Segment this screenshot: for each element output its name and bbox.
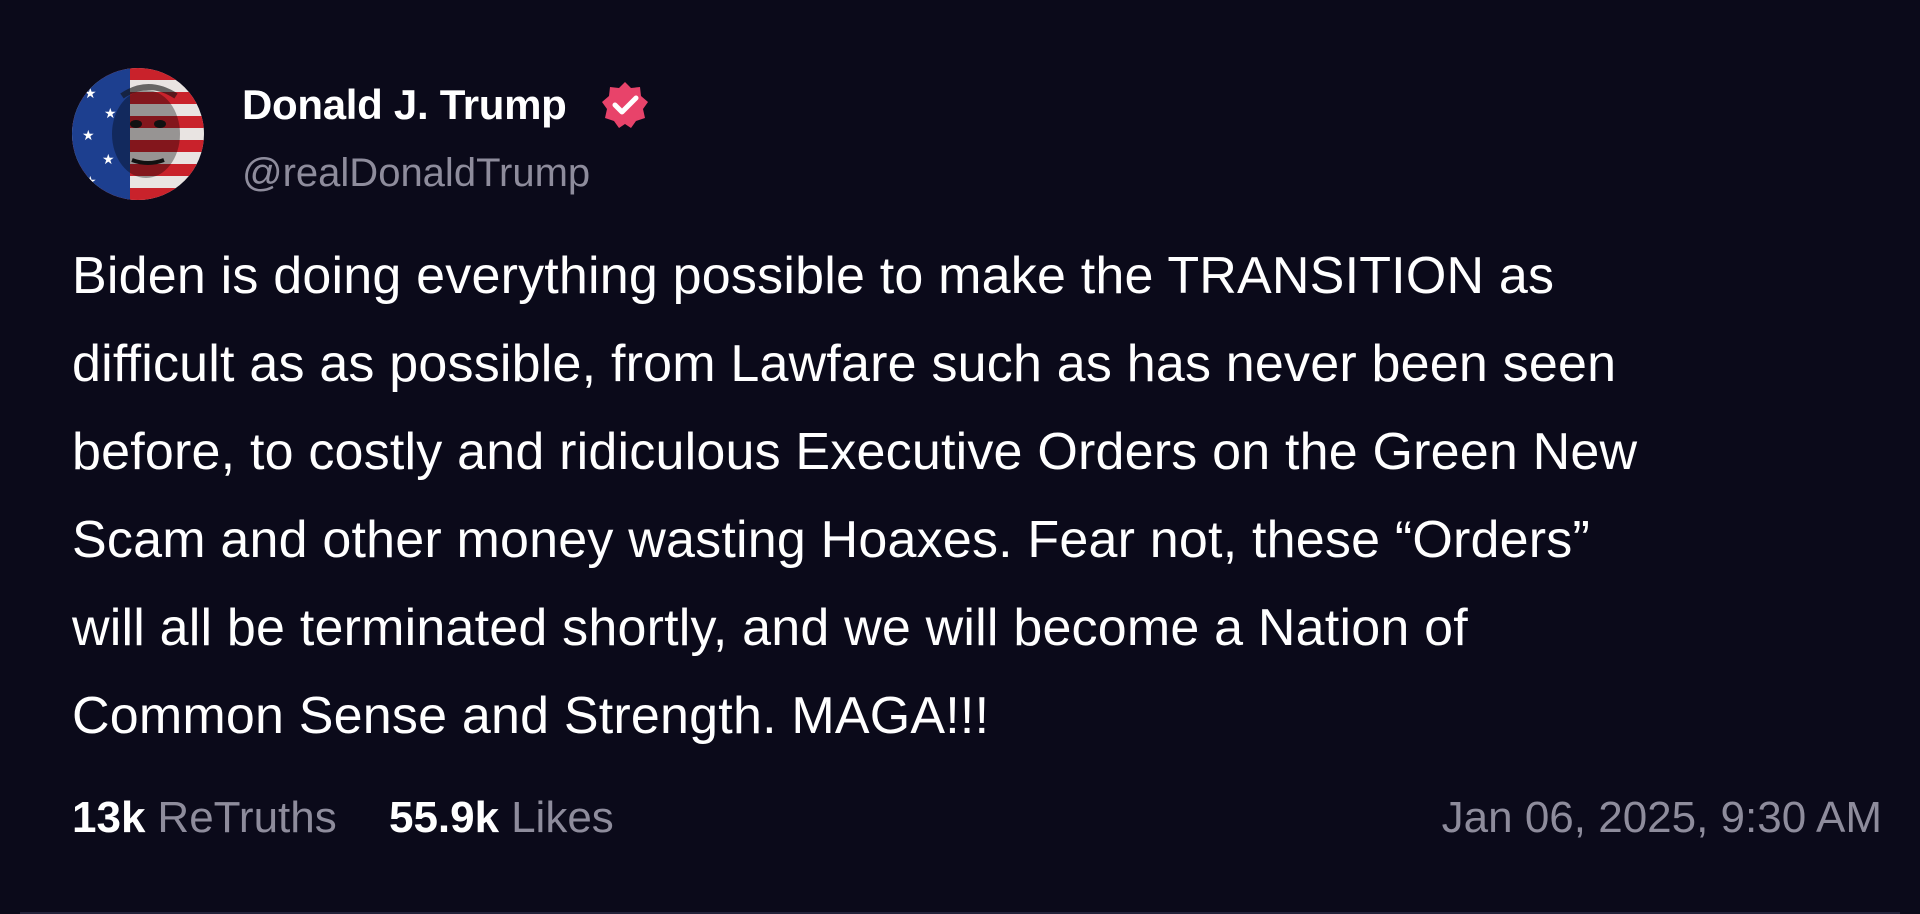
- post-text-line: Biden is doing everything possible to ma…: [72, 247, 1555, 305]
- verified-badge-icon: [602, 82, 648, 128]
- svg-text:★: ★: [102, 152, 115, 168]
- svg-text:★: ★: [84, 86, 97, 102]
- likes-label: Likes: [511, 793, 614, 842]
- post-text-line: Common Sense and Strength. MAGA!!!: [72, 687, 990, 745]
- svg-text:★: ★: [84, 174, 97, 190]
- post-text-line: will all be terminated shortly, and we w…: [72, 599, 1468, 657]
- post-timestamp[interactable]: Jan 06, 2025, 9:30 AM: [1442, 788, 1882, 848]
- retruths-stat[interactable]: 13k ReTruths: [72, 788, 337, 848]
- post-text-line: before, to costly and ridiculous Executi…: [72, 423, 1638, 481]
- post-stats: 13k ReTruths 55.9k Likes: [72, 788, 614, 848]
- retruths-label: ReTruths: [157, 793, 337, 842]
- author-handle[interactable]: @realDonaldTrump: [242, 148, 590, 198]
- retruths-count: 13k: [72, 793, 146, 842]
- svg-text:★: ★: [82, 128, 95, 144]
- likes-stat[interactable]: 55.9k Likes: [389, 788, 614, 848]
- avatar[interactable]: ★ ★ ★ ★ ★: [72, 68, 204, 200]
- avatar-image: ★ ★ ★ ★ ★: [72, 68, 204, 200]
- post-text-line: Scam and other money wasting Hoaxes. Fea…: [72, 511, 1590, 569]
- likes-count: 55.9k: [388, 793, 500, 842]
- author-display-name[interactable]: Donald J. Trump: [242, 80, 567, 130]
- post-card: ★ ★ ★ ★ ★ Donald J. Trump @realDonaldTru…: [0, 0, 1920, 914]
- post-text-line: difficult as as possible, from Lawfare s…: [72, 335, 1617, 393]
- post-text: Biden is doing everything possible to ma…: [72, 232, 1892, 760]
